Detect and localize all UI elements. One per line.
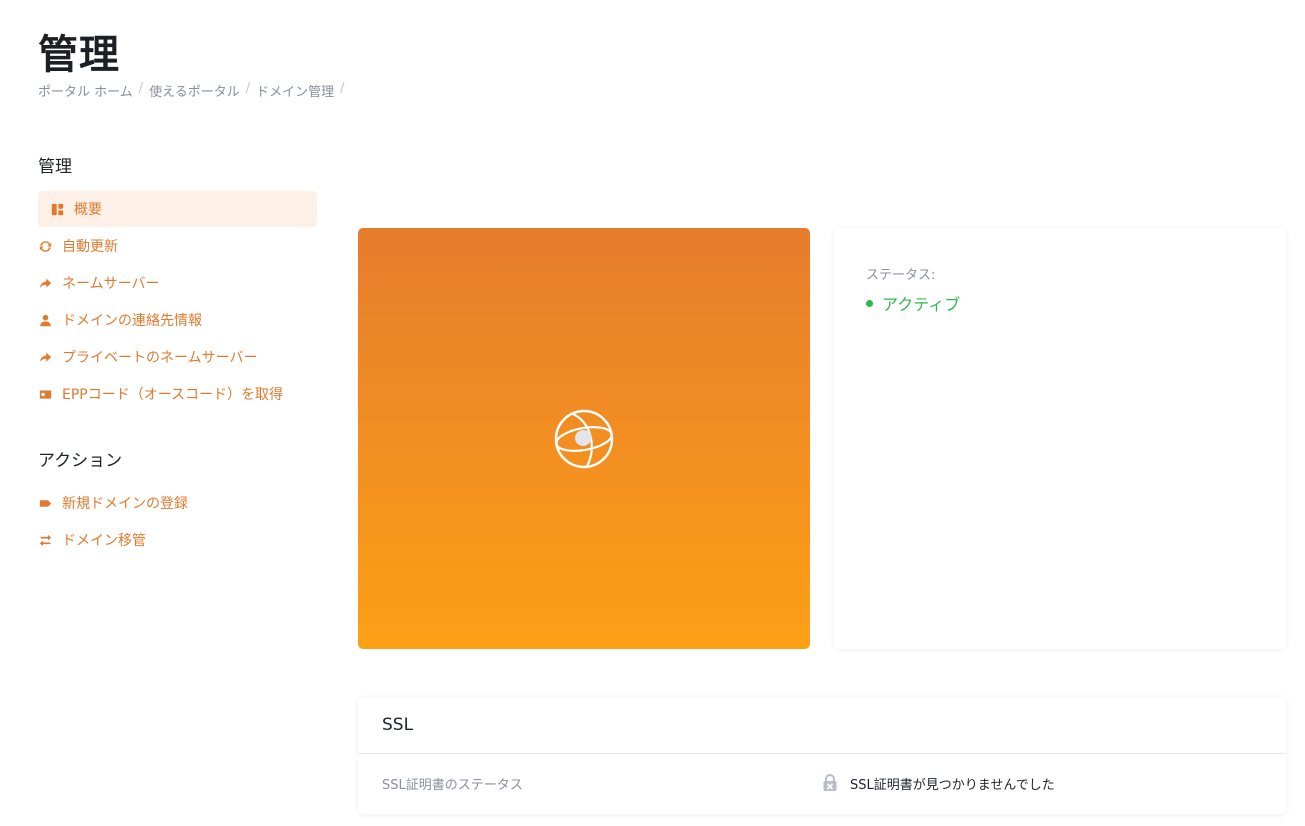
status-label: ステータス: (866, 268, 936, 283)
dashboard-icon (50, 202, 64, 216)
user-icon (38, 313, 52, 327)
sidebar-item-label: ドメインの連絡先情報 (62, 313, 202, 329)
sidebar-manage-list: 概要 自動更新 ネームサーバー ドメインの連絡先情報 プライベートのネームサーバ… (38, 191, 317, 413)
sidebar-item-overview[interactable]: 概要 (38, 191, 317, 227)
ssl-card: SSL SSL証明書のステータス SSL証明書が見つかりませんでした (358, 697, 1286, 814)
sidebar-item-label: 新規ドメインの登録 (62, 496, 188, 512)
sidebar-item-private-nameservers[interactable]: プライベートのネームサーバー (38, 339, 317, 375)
refresh-icon (38, 239, 52, 253)
id-card-icon (38, 387, 52, 401)
sidebar-manage-heading: 管理 (38, 157, 72, 177)
status-dot (866, 299, 873, 307)
breadcrumb-domain-manage[interactable]: ドメイン管理 (256, 81, 334, 100)
sidebar-item-epp-code[interactable]: EPPコード（オースコード）を取得 (38, 376, 317, 412)
breadcrumb-portal[interactable]: 使えるポータル (149, 81, 240, 100)
breadcrumb-portal-home[interactable]: ポータル ホーム (38, 81, 133, 100)
sidebar-item-label: プライベートのネームサーバー (62, 350, 258, 366)
sidebar-actions-list: 新規ドメインの登録 ドメイン移管 (38, 485, 317, 559)
tag-icon (38, 496, 52, 510)
sidebar-item-transfer-domain[interactable]: ドメイン移管 (38, 522, 317, 558)
sidebar-item-label: ドメイン移管 (62, 533, 146, 549)
globe-icon (554, 409, 614, 468)
ssl-title: SSL (358, 697, 1286, 754)
page-title: 管理 (38, 32, 120, 78)
sidebar-item-nameservers[interactable]: ネームサーバー (38, 265, 317, 301)
sidebar-actions-heading: アクション (38, 451, 123, 471)
ssl-status-label: SSL証明書のステータス (382, 777, 523, 793)
share-arrow-icon (38, 276, 52, 290)
sidebar-item-label: 自動更新 (62, 239, 118, 255)
sidebar-item-contact-info[interactable]: ドメインの連絡先情報 (38, 302, 317, 338)
status-text: アクティブ (882, 295, 961, 314)
sidebar-item-label: 概要 (74, 202, 102, 218)
breadcrumb-separator: / (245, 81, 251, 96)
share-arrow-icon (38, 350, 52, 364)
sidebar-item-auto-renew[interactable]: 自動更新 (38, 228, 317, 264)
status-value: アクティブ (866, 291, 1254, 315)
ssl-status-row: SSL証明書のステータス SSL証明書が見つかりませんでした (358, 754, 1286, 812)
exchange-icon (38, 533, 52, 547)
sidebar-item-label: EPPコード（オースコード）を取得 (62, 387, 284, 403)
sidebar-item-register-domain[interactable]: 新規ドメインの登録 (38, 485, 317, 521)
ssl-status-value: SSL証明書が見つかりませんでした (822, 774, 1055, 793)
breadcrumb-separator: / (138, 81, 144, 96)
sidebar-item-label: ネームサーバー (62, 276, 160, 292)
lock-icon (823, 774, 837, 791)
breadcrumb: ポータル ホーム / 使えるポータル / ドメイン管理 / (38, 81, 351, 100)
status-card: ステータス: アクティブ (834, 228, 1286, 649)
domain-hero-card (358, 228, 810, 649)
ssl-status-text: SSL証明書が見つかりませんでした (850, 777, 1055, 793)
breadcrumb-separator: / (340, 81, 345, 96)
